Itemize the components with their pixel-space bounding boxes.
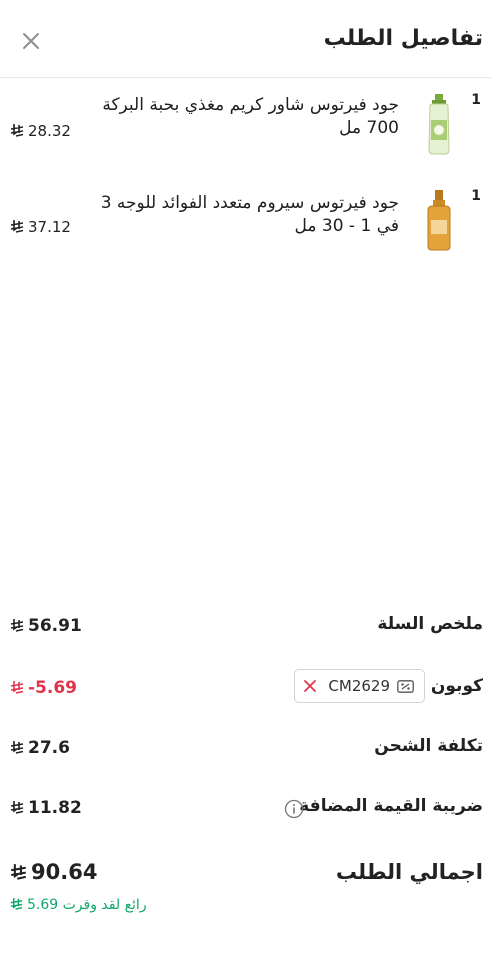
- savings-text: رائع لقد وفرت: [62, 897, 147, 913]
- item-quantity: 1: [471, 188, 481, 204]
- item-price: 28.32: [10, 122, 71, 140]
- riyal-icon: [11, 864, 27, 880]
- basket-summary-row: ملخص السلة 56.91: [0, 606, 491, 646]
- shipping-value: 27.6: [10, 738, 70, 758]
- order-item: 1 جود فيرتوس شاور كريم مغذي بحبة البركة …: [0, 92, 491, 172]
- close-icon[interactable]: [20, 30, 42, 52]
- info-icon[interactable]: [284, 799, 304, 819]
- riyal-icon: [10, 898, 23, 910]
- order-total-label: اجمالي الطلب: [335, 860, 483, 884]
- order-details-header: تفاصيل الطلب: [0, 0, 491, 78]
- vat-label: ضريبة القيمة المضافة: [299, 796, 483, 816]
- riyal-icon: [10, 619, 24, 632]
- order-total-value: 90.64: [10, 860, 97, 884]
- riyal-icon: [10, 220, 24, 233]
- page-title: تفاصيل الطلب: [323, 26, 483, 51]
- basket-summary-label: ملخص السلة: [377, 614, 483, 634]
- coupon-label: كوبون: [430, 676, 483, 696]
- coupon-tag-icon: [397, 680, 414, 693]
- product-image: [428, 94, 450, 155]
- riyal-icon: [10, 124, 24, 137]
- item-price: 37.12: [10, 218, 71, 236]
- item-quantity: 1: [471, 92, 481, 108]
- item-name: جود فيرتوس شاور كريم مغذي بحبة البركة 70…: [102, 95, 399, 138]
- basket-summary-value: 56.91: [10, 616, 82, 636]
- riyal-icon: [10, 741, 24, 754]
- item-name: جود فيرتوس سيروم متعدد الفوائد للوجه 3 ف…: [100, 193, 399, 236]
- riyal-icon: [10, 681, 24, 694]
- riyal-icon: [10, 801, 24, 814]
- coupon-row: كوبون CM2629 -5.69: [0, 668, 491, 708]
- savings-message: 5.69 رائع لقد وفرت: [10, 897, 147, 913]
- vat-value: 11.82: [10, 798, 82, 818]
- coupon-code: CM2629: [328, 677, 390, 695]
- coupon-chip: CM2629: [294, 669, 425, 703]
- shipping-label: تكلفة الشحن: [374, 736, 483, 756]
- savings-amount: 5.69: [27, 897, 59, 913]
- vat-row: ضريبة القيمة المضافة 11.82: [0, 788, 491, 828]
- shipping-row: تكلفة الشحن 27.6: [0, 728, 491, 768]
- remove-coupon-icon[interactable]: [303, 679, 317, 693]
- order-item: 1 جود فيرتوس سيروم متعدد الفوائد للوجه 3…: [0, 188, 491, 268]
- coupon-discount-value: -5.69: [10, 678, 77, 698]
- product-image: [427, 190, 451, 251]
